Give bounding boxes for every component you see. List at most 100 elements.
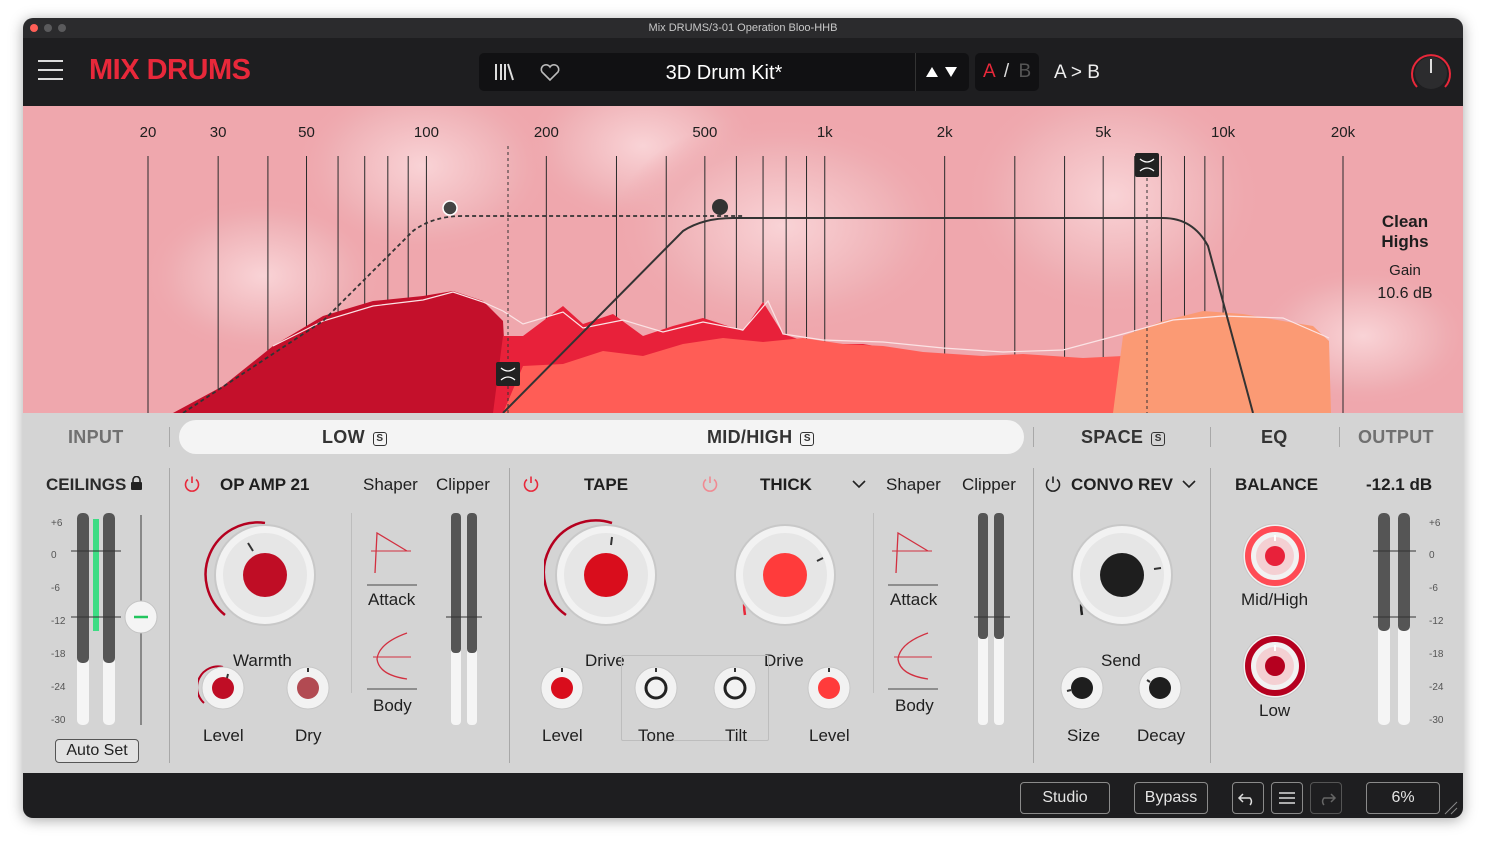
- meter-scale-label: -24: [1429, 682, 1444, 693]
- meter-scale-label: -6: [51, 583, 60, 594]
- tape-drive-knob[interactable]: [544, 513, 668, 637]
- high-crossover-handle[interactable]: [1135, 153, 1159, 177]
- resize-grip-icon[interactable]: [1443, 800, 1459, 816]
- midhigh-solo-icon[interactable]: S: [800, 432, 815, 446]
- low-band-node[interactable]: [442, 200, 458, 216]
- zoom-window-button[interactable]: [58, 24, 66, 32]
- spectrum-eq-display[interactable]: 20 30 50 100 200 500 1k 2k 5k 10k 20k Clean Highs …: [23, 106, 1463, 413]
- low-level-label: Level: [203, 726, 244, 745]
- frequency-label: 100: [414, 124, 439, 141]
- output-gain-value[interactable]: -12.1 dB: [1366, 475, 1432, 495]
- studio-button[interactable]: Studio: [1020, 782, 1110, 814]
- low-attack-shaper-icon[interactable]: [367, 523, 419, 589]
- tilt-label: Tilt: [725, 726, 748, 745]
- tab-eq[interactable]: EQ: [1261, 427, 1288, 448]
- window-title: Mix DRUMS/3-01 Operation Bloo-HHB: [648, 22, 838, 34]
- band-info-value: 10.6 dB: [1377, 285, 1433, 302]
- history-button[interactable]: [1271, 782, 1303, 814]
- tape-label: TAPE: [584, 475, 629, 494]
- footer: Studio Bypass 6%: [23, 773, 1463, 818]
- low-balance-knob[interactable]: [1240, 631, 1310, 701]
- preset-prev-next-icon[interactable]: [925, 65, 961, 79]
- meter-scale-label: -30: [51, 715, 66, 726]
- thick-label: THICK: [760, 475, 812, 494]
- brand-logo: MIX DRUMS: [89, 54, 251, 86]
- meter-scale-label: -24: [51, 682, 66, 693]
- redo-icon: [1321, 793, 1337, 806]
- frequency-label: 1k: [817, 124, 833, 141]
- meter-scale-label: -12: [51, 616, 66, 627]
- tape-drive-label: Drive: [585, 651, 625, 670]
- bypass-button[interactable]: Bypass: [1134, 782, 1208, 814]
- ab-b-button[interactable]: B: [1018, 61, 1031, 82]
- decay-knob[interactable]: [1135, 663, 1185, 713]
- low-attack-label: Attack: [368, 590, 416, 609]
- ab-compare[interactable]: A / B: [975, 53, 1039, 91]
- preset-bar: 3D Drum Kit*: [479, 53, 969, 91]
- output-meters: [1373, 513, 1416, 725]
- dry-label: Dry: [295, 726, 322, 745]
- meter-scale-label: 0: [51, 550, 57, 561]
- auto-set-button[interactable]: Auto Set: [55, 739, 139, 763]
- mh-body-shaper-icon[interactable]: [888, 629, 940, 695]
- low-level-knob[interactable]: [198, 663, 248, 713]
- mh-level-left-knob[interactable]: [537, 663, 587, 713]
- ab-separator: /: [1003, 61, 1010, 82]
- size-label: Size: [1067, 726, 1101, 745]
- low-crossover-handle[interactable]: [496, 362, 520, 386]
- tape-power-icon[interactable]: [522, 475, 540, 493]
- thick-drive-label: Drive: [764, 651, 804, 670]
- tab-space[interactable]: SPACE S: [1081, 427, 1166, 448]
- ab-a-button[interactable]: A: [983, 61, 995, 82]
- op-amp-label: OP AMP 21: [220, 475, 310, 494]
- preset-name[interactable]: 3D Drum Kit*: [539, 62, 909, 85]
- ceiling-slider-handle[interactable]: [123, 599, 161, 637]
- band-info-title-2: Highs: [1381, 232, 1429, 251]
- size-knob[interactable]: [1057, 663, 1107, 713]
- hamburger-menu-icon[interactable]: [38, 60, 63, 82]
- tab-input[interactable]: INPUT: [68, 427, 124, 448]
- frequency-label: 30: [210, 124, 227, 141]
- low-solo-icon[interactable]: S: [372, 432, 387, 446]
- thick-dropdown-chevron-down-icon[interactable]: [851, 478, 867, 490]
- mid-band-node[interactable]: [712, 199, 728, 215]
- meter-scale-label: -18: [1429, 649, 1444, 660]
- ceilings-label: CEILINGS: [46, 475, 127, 494]
- header: MIX DRUMS 3D Drum Kit* A / B A > B: [23, 38, 1463, 106]
- undo-button[interactable]: [1232, 782, 1264, 814]
- tilt-knob[interactable]: [710, 663, 760, 713]
- tone-knob[interactable]: [631, 663, 681, 713]
- thick-drive-knob[interactable]: [723, 513, 847, 637]
- convo-rev-power-icon[interactable]: [1044, 475, 1062, 493]
- library-icon[interactable]: [493, 62, 515, 82]
- a-to-b-button[interactable]: A > B: [1054, 62, 1100, 84]
- meter-scale-label: +6: [51, 518, 63, 529]
- title-bar: Mix DRUMS/3-01 Operation Bloo-HHB: [23, 18, 1463, 38]
- band-info-param: Gain: [1389, 262, 1421, 279]
- dry-knob[interactable]: [283, 663, 333, 713]
- tab-output[interactable]: OUTPUT: [1358, 427, 1434, 448]
- lock-icon[interactable]: [130, 476, 143, 491]
- tab-low[interactable]: LOW S: [322, 427, 387, 448]
- convo-rev-dropdown-chevron-down-icon[interactable]: [1181, 478, 1197, 490]
- plugin-window: Mix DRUMS/3-01 Operation Bloo-HHB MIX DR…: [23, 18, 1463, 818]
- redo-button[interactable]: [1310, 782, 1342, 814]
- midhigh-balance-knob[interactable]: [1240, 521, 1310, 591]
- send-knob[interactable]: [1060, 513, 1184, 637]
- minimize-window-button[interactable]: [44, 24, 52, 32]
- tab-midhigh[interactable]: MID/HIGH S: [707, 427, 815, 448]
- control-panel: INPUT LOW S MID/HIGH S SPACE S EQ OUTPUT CE…: [23, 413, 1463, 773]
- low-body-shaper-icon[interactable]: [367, 629, 419, 695]
- mh-level-right-label: Level: [809, 726, 850, 745]
- thick-power-icon[interactable]: [701, 475, 719, 493]
- frequency-label: 5k: [1095, 124, 1111, 141]
- warmth-knob[interactable]: [203, 513, 327, 637]
- op-amp-power-icon[interactable]: [183, 475, 201, 493]
- mh-level-right-knob[interactable]: [804, 663, 854, 713]
- meter-scale-label: +6: [1429, 518, 1441, 529]
- space-solo-icon[interactable]: S: [1151, 432, 1166, 446]
- mh-attack-shaper-icon[interactable]: [888, 523, 940, 589]
- close-window-button[interactable]: [30, 24, 38, 32]
- master-knob[interactable]: [1407, 49, 1455, 97]
- frequency-label: 500: [692, 124, 717, 141]
